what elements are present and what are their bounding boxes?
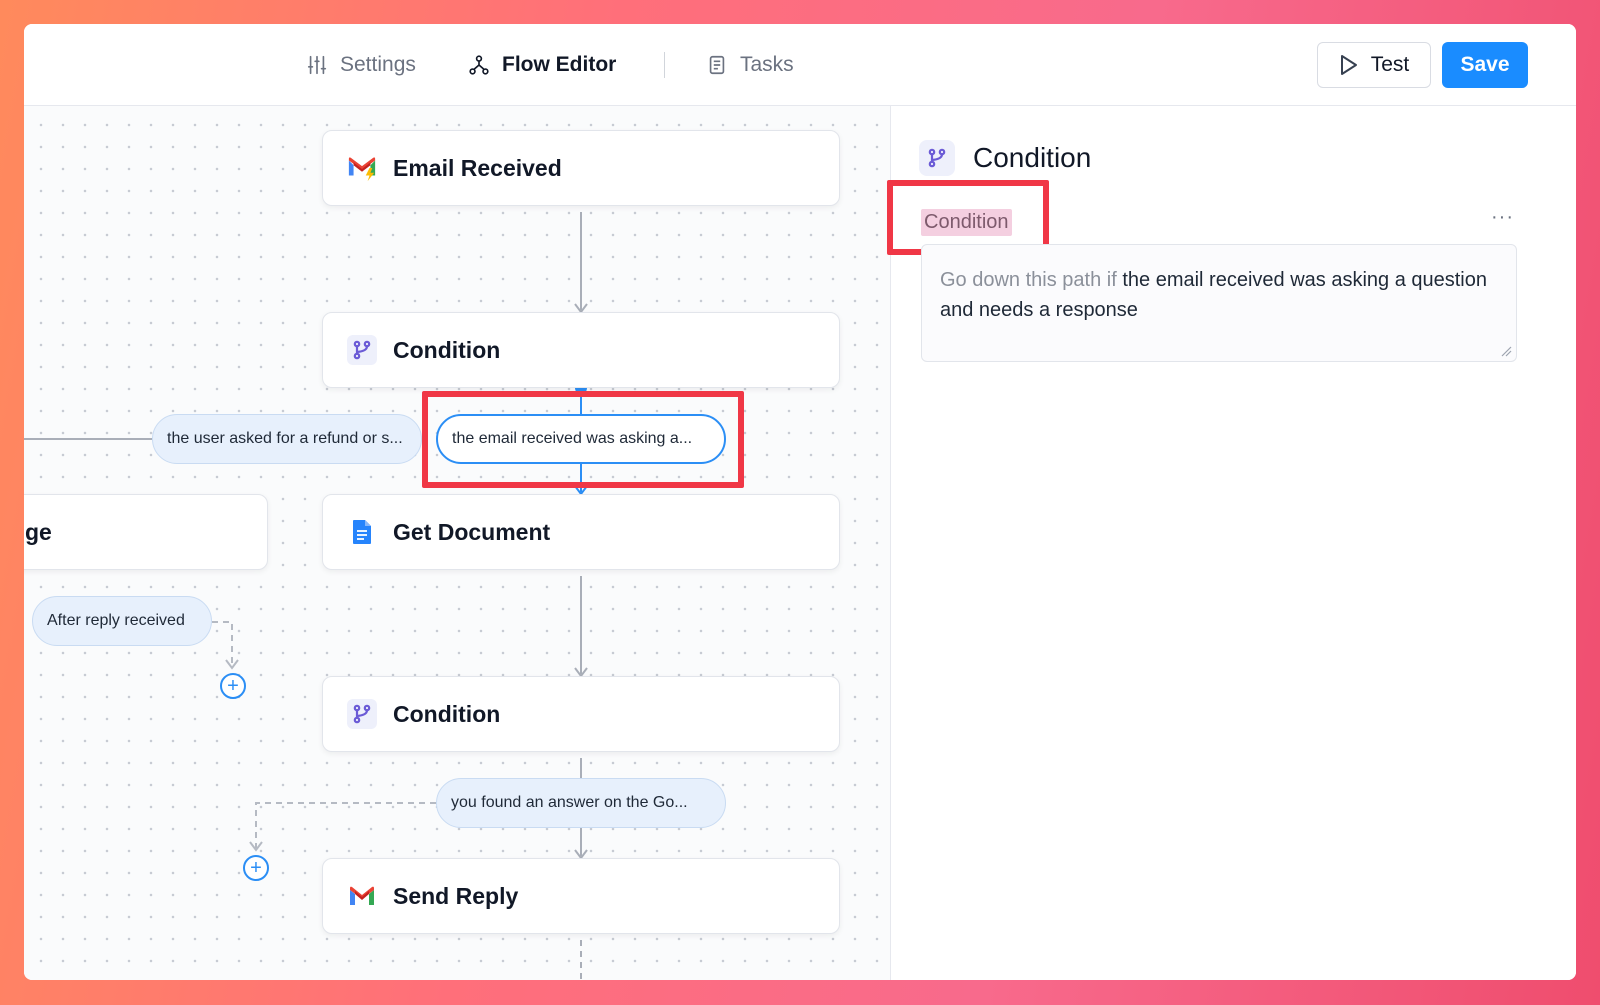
branch-pill-after-reply[interactable]: After reply received: [32, 596, 212, 646]
properties-panel: Condition Condition ··· Go down this pat…: [887, 106, 1576, 980]
branch-label: the email received was asking a...: [452, 430, 693, 447]
add-step-button[interactable]: +: [243, 855, 269, 881]
tab-flow-editor[interactable]: Flow Editor: [468, 50, 616, 80]
node-condition[interactable]: Condition: [322, 312, 840, 388]
google-docs-icon: [347, 517, 377, 547]
branch-icon: [347, 335, 377, 365]
document-icon: [709, 55, 725, 75]
panel-title: Condition: [973, 142, 1092, 173]
branch-label: After reply received: [47, 612, 185, 629]
tab-tasks-label: Tasks: [740, 53, 794, 76]
tab-divider: [664, 52, 665, 78]
condition-prefix: Go down this path if: [940, 269, 1117, 291]
test-button[interactable]: Test: [1317, 42, 1431, 88]
tab-tasks[interactable]: Tasks: [706, 50, 794, 80]
condition-textarea[interactable]: Go down this path if the email received …: [921, 244, 1517, 362]
play-icon: [1340, 55, 1357, 75]
sliders-icon: [307, 55, 327, 75]
node-label: ge: [25, 518, 52, 545]
node-send-reply[interactable]: Send Reply: [322, 858, 840, 934]
node-get-document[interactable]: Get Document: [322, 494, 840, 570]
node-label: Get Document: [393, 518, 551, 545]
test-button-label: Test: [1370, 53, 1410, 76]
branch-pill-found-answer[interactable]: you found an answer on the Go...: [436, 778, 726, 828]
branch-label: the user asked for a refund or s...: [167, 430, 403, 447]
app-window: Settings Flow Editor Tasks Test Save Ema…: [24, 24, 1576, 980]
node-condition[interactable]: Condition: [322, 676, 840, 752]
node-label: Email Received: [393, 154, 562, 181]
node-label: Condition: [393, 336, 501, 363]
tab-settings-label: Settings: [340, 53, 416, 76]
node-partial-left[interactable]: ge: [24, 494, 268, 570]
gmail-trigger-icon: [347, 153, 377, 183]
branch-icon: [919, 140, 955, 176]
top-bar: Settings Flow Editor Tasks Test Save: [24, 24, 1576, 106]
flow-canvas[interactable]: Email Received Condition ge Get Document…: [24, 106, 890, 980]
node-email-received[interactable]: Email Received: [322, 130, 840, 206]
panel-header: Condition: [919, 140, 1091, 176]
resize-handle-icon[interactable]: [1500, 345, 1512, 357]
gmail-icon: [347, 881, 377, 911]
add-step-button[interactable]: +: [220, 673, 246, 699]
condition-name-field[interactable]: Condition: [921, 209, 1012, 236]
branch-pill-refund[interactable]: the user asked for a refund or s...: [152, 414, 422, 464]
node-label: Send Reply: [393, 882, 519, 909]
branch-pill-selected[interactable]: the email received was asking a...: [436, 414, 726, 464]
tab-flow-editor-label: Flow Editor: [502, 53, 617, 76]
branch-icon: [347, 699, 377, 729]
tab-settings[interactable]: Settings: [306, 50, 416, 80]
branch-label: you found an answer on the Go...: [451, 794, 688, 811]
save-button[interactable]: Save: [1442, 42, 1528, 88]
flow-icon: [469, 55, 489, 75]
node-label: Condition: [393, 700, 501, 727]
more-options-button[interactable]: ···: [1491, 206, 1514, 229]
